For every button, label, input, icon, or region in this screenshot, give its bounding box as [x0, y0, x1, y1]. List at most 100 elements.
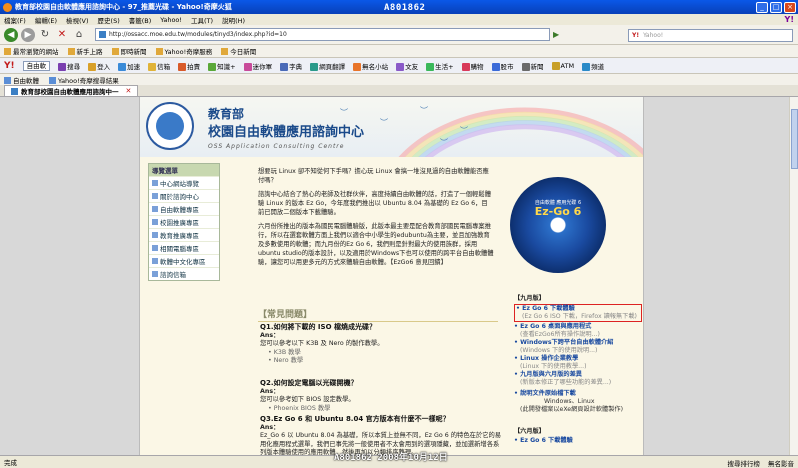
- ytool-life[interactable]: 生活+: [426, 61, 454, 71]
- intro-paragraph: 六月份所推出的版本為國民電腦體驗版，此版本最主要是配合教育部國民電腦專案推行，所…: [258, 223, 494, 266]
- bookmark-icon: [111, 47, 119, 55]
- maximize-button[interactable]: □: [770, 2, 782, 13]
- close-button[interactable]: ×: [784, 2, 796, 13]
- status-wretch-video[interactable]: 無名影音: [768, 458, 794, 468]
- bookmark-today-news[interactable]: 今日新聞: [221, 46, 256, 56]
- link-subtitle[interactable]: Windows、Linux: [514, 398, 642, 406]
- left-nav-item[interactable]: 相關電腦專區: [149, 241, 219, 254]
- ytool-dictionary[interactable]: 字典: [280, 61, 302, 71]
- site-banner: 教育部 校園自由軟體應用諮詢中心 OSS Application Consult…: [140, 97, 643, 157]
- bird-icon: ︶: [380, 118, 388, 127]
- ytool-auction[interactable]: 拍賣: [178, 61, 200, 71]
- mail-icon: [148, 62, 157, 71]
- link-ezgo6-download[interactable]: • Ez Go 6 下載體驗: [516, 305, 640, 313]
- faq-header: 【常見問題】: [258, 307, 498, 322]
- back-icon[interactable]: ◀: [4, 27, 18, 42]
- bookmark-getting-started[interactable]: 新手上路: [67, 46, 103, 56]
- ytool-stock[interactable]: 股市: [491, 61, 514, 71]
- search-input[interactable]: Y! Yahoo!: [628, 29, 793, 42]
- ytool-knowledge[interactable]: 知識+: [208, 61, 236, 71]
- yahoo-toolbar-select[interactable]: 自由軟: [22, 60, 51, 71]
- stop-icon[interactable]: ✕: [55, 28, 69, 42]
- highlighted-download-link: • Ez Go 6 下載體驗 (Ez Go 6 ISO 下載，Firefox 讀…: [514, 304, 642, 322]
- vertical-scrollbar[interactable]: [789, 97, 798, 455]
- window-title: 教育部校園自由軟體應用諮詢中心 - 97_推薦光碟 - Yahoo!奇摩火狐: [15, 3, 232, 11]
- bookmark-latest-news[interactable]: 即時新聞: [111, 46, 147, 56]
- tab-close-icon[interactable]: ✕: [126, 87, 132, 95]
- ytool-shopping[interactable]: 購物: [461, 61, 484, 71]
- faq-link[interactable]: • Phoenix BIOS 教學: [260, 405, 505, 414]
- menu-yahoo[interactable]: Yahoo!: [160, 16, 182, 24]
- link-june-download[interactable]: • Ez Go 6 下載體驗: [514, 437, 642, 445]
- link-yahoo-results[interactable]: Yahoo!奇摩搜尋結果: [49, 75, 119, 85]
- bookmark-icon: [155, 47, 163, 55]
- address-url: http://ossacc.moe.edu.tw/modules/tinyd3/…: [109, 31, 287, 38]
- link-version-diff[interactable]: • 九月版與六月版的差異: [514, 371, 642, 379]
- bird-icon: ︶: [440, 138, 448, 147]
- menu-edit[interactable]: 編輯(E): [35, 15, 57, 25]
- refresh-icon[interactable]: ↻: [38, 28, 52, 42]
- faq-link[interactable]: • K3B 教學: [260, 349, 505, 358]
- channel-icon: [582, 62, 591, 71]
- go-icon[interactable]: ▶: [553, 30, 559, 39]
- page-icon: [49, 77, 56, 84]
- auction-icon: [178, 62, 187, 71]
- ytool-channel[interactable]: 頻道: [582, 61, 604, 71]
- ytool-friends[interactable]: 文友: [396, 61, 418, 71]
- ytool-speedup[interactable]: 加速: [118, 61, 140, 71]
- link-doc-source[interactable]: • 說明文件原始檔下載: [514, 390, 642, 398]
- faq-item-2: Q2.如何設定電腦以光碟開機？ Ans： 您可以參考如下 BIOS 設定教學。 …: [260, 379, 505, 413]
- ytool-news[interactable]: 新聞: [521, 61, 544, 71]
- site-favicon-icon: [99, 31, 106, 38]
- faq-answer-text: 您可以參考以下 K3B 及 Nero 的製作教學。: [260, 340, 384, 347]
- friends-icon: [396, 62, 405, 71]
- link-ezgo6-desktop[interactable]: • Ez Go 6 桌面與應用程式: [514, 323, 642, 331]
- home-icon[interactable]: ⌂: [72, 28, 86, 42]
- ytool-search[interactable]: 搜尋: [58, 61, 80, 71]
- ytool-translate[interactable]: 網頁翻譯: [310, 61, 345, 71]
- left-nav-item[interactable]: 關於諮詢中心: [149, 189, 219, 202]
- faq-link[interactable]: • Nero 教學: [260, 357, 505, 366]
- left-nav-item[interactable]: 教育推廣專區: [149, 228, 219, 241]
- link-windows-cross-platform[interactable]: • Windows下跨平台自由軟體介紹: [514, 339, 642, 347]
- left-nav-item[interactable]: 諮詢信箱: [149, 267, 219, 280]
- shopping-icon: [461, 62, 470, 71]
- bookmark-most-visited[interactable]: 最常瀏覽的網站: [4, 46, 59, 56]
- left-nav-item[interactable]: 自由軟體專區: [149, 202, 219, 215]
- left-nav-item[interactable]: 校園推廣專區: [149, 215, 219, 228]
- bullet-icon: [152, 180, 158, 186]
- menu-history[interactable]: 歷史(S): [98, 15, 120, 25]
- forward-icon[interactable]: ▶: [21, 27, 35, 42]
- bookmark-icon: [4, 47, 11, 55]
- menu-bookmarks[interactable]: 書籤(B): [129, 15, 152, 25]
- address-bar[interactable]: http://ossacc.moe.edu.tw/modules/tinyd3/…: [95, 28, 550, 41]
- bookmark-yahoo-services[interactable]: Yahoo!奇摩服務: [155, 46, 212, 56]
- menu-tools[interactable]: 工具(T): [191, 15, 213, 25]
- left-nav-item[interactable]: 軟體中文化專區: [149, 254, 219, 267]
- news-icon: [521, 62, 530, 71]
- ytool-mini[interactable]: 迷你軍: [243, 61, 272, 71]
- ytool-atm[interactable]: ATM: [551, 61, 574, 70]
- menu-view[interactable]: 檢視(V): [66, 15, 89, 25]
- faq-answer-label: Ans：: [260, 331, 280, 339]
- window-controls: _ □ ×: [756, 2, 796, 13]
- menu-bar: 檔案(F) 編輯(E) 檢視(V) 歷史(S) 書籤(B) Yahoo! 工具(…: [0, 14, 798, 25]
- tab-ossacc[interactable]: 教育部校園自由軟體應用諮詢中一 ✕: [4, 85, 139, 96]
- status-search-ranking[interactable]: 搜尋排行榜: [728, 458, 761, 468]
- ytool-login[interactable]: 登入: [88, 61, 110, 71]
- mini-icon: [243, 62, 252, 71]
- faq-item-1: Q1.如何將下載的 ISO 檔燒成光碟？ Ans： 您可以參考以下 K3B 及 …: [260, 323, 505, 366]
- faq-question: Q3.Ez Go 6 和 Ubuntu 8.04 官方版本有什麼不一樣呢？: [260, 415, 450, 423]
- ytool-mail[interactable]: 信箱: [148, 61, 170, 71]
- yahoo-toolbar-logo[interactable]: Y!: [4, 61, 15, 71]
- link-subtitle: (查看EzGo6所有操作說明...): [520, 331, 600, 338]
- menu-help[interactable]: 說明(H): [222, 15, 245, 25]
- bird-icon: ︶: [340, 108, 348, 117]
- link-free-software[interactable]: 自由軟體: [4, 75, 39, 85]
- left-nav-item[interactable]: 中心網站導覽: [149, 176, 219, 189]
- link-linux-tutorial[interactable]: • Linux 操作企業教學: [514, 355, 642, 363]
- minimize-button[interactable]: _: [756, 2, 768, 13]
- menu-file[interactable]: 檔案(F): [4, 15, 26, 25]
- ytool-wretch[interactable]: 無名小站: [353, 61, 388, 71]
- scrollbar-thumb[interactable]: [791, 109, 798, 169]
